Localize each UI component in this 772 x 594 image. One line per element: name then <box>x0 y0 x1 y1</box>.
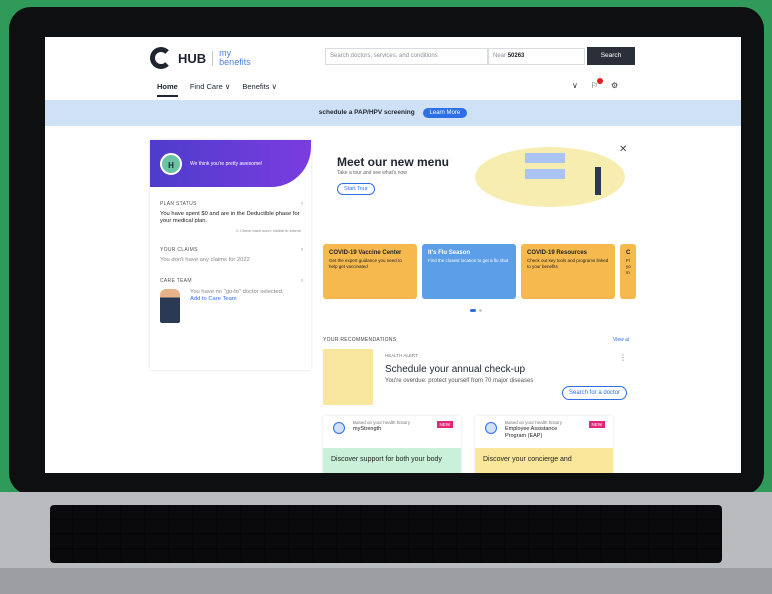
plan-status-text: You have spent $0 and are in the Deducti… <box>160 211 300 224</box>
claims-section[interactable]: YOUR CLAIMS › You don't have any claims … <box>150 247 311 264</box>
eap-card[interactable]: Based on your health history Employee As… <box>475 416 613 473</box>
alert-kicker: HEALTH ALERT <box>385 353 418 358</box>
menu-illustration <box>475 147 625 207</box>
search-input[interactable]: Search doctors, services, and conditions <box>325 48 488 65</box>
main-nav: Home Find Care ∨ Benefits ∨ <box>157 82 277 97</box>
more-options-icon[interactable]: ⋮ <box>619 353 627 362</box>
card-footer: Discover your concierge and <box>475 448 613 473</box>
chevron-right-icon[interactable]: › <box>301 201 303 207</box>
heart-shield-icon <box>485 422 497 434</box>
care-team-title: CARE TEAM <box>160 278 192 284</box>
logo-mark-icon <box>150 47 172 69</box>
care-team-body: You have no "go-to" doctor selected. Add… <box>160 289 301 323</box>
near-zip: 50263 <box>507 53 525 59</box>
plan-status-title: PLAN STATUS <box>160 201 197 207</box>
recommendations-title: YOUR RECOMMENDATIONS <box>323 337 397 343</box>
add-to-care-team-link[interactable]: Add to Care Team <box>190 296 284 303</box>
claims-title: YOUR CLAIMS <box>160 247 198 253</box>
card-title: Employee Assistance Program (EAP) <box>505 426 558 439</box>
covid-resources-card[interactable]: COVID-19 Resources Check out key tools an… <box>521 244 615 299</box>
search-for-doctor-button[interactable]: Search for a doctor <box>562 386 628 400</box>
top-header: HUB my benefits Search doctors, services… <box>45 37 741 100</box>
near-input[interactable]: Near 50263 <box>488 48 585 65</box>
logo-hub-text: HUB <box>178 50 214 66</box>
chevron-right-icon[interactable]: › <box>301 278 303 284</box>
card-kicker: Based on your health history <box>353 420 411 425</box>
flu-season-card[interactable]: It's Flu Season Find the closest location… <box>422 244 516 299</box>
near-label: Near <box>493 53 507 59</box>
card-title: myStrength <box>353 426 382 432</box>
laptop-base-front <box>0 568 772 594</box>
start-tour-button[interactable]: Start Tour <box>337 183 375 195</box>
logo-benefits-text: benefits <box>219 57 251 67</box>
laptop-screen: HUB my benefits Search doctors, services… <box>45 37 741 473</box>
banner-text: schedule a PAP/HPV screening <box>318 109 415 116</box>
logo-mybenefits: my benefits <box>219 49 251 67</box>
promo-cards: COVID-19 Vaccine Center Get the expert gu… <box>323 244 636 299</box>
profile-card: H We think you're pretty awesome! PLAN S… <box>150 140 311 370</box>
covid-vaccine-card[interactable]: COVID-19 Vaccine Center Get the expert gu… <box>323 244 417 299</box>
chevron-right-icon[interactable]: › <box>301 247 303 253</box>
new-badge: NEW <box>436 421 453 428</box>
mystrength-card[interactable]: Based on your health history myStrength … <box>323 416 461 473</box>
hub-logo[interactable]: HUB my benefits <box>150 47 251 69</box>
card-text: Fl yo m <box>626 258 631 275</box>
plan-status-section[interactable]: PLAN STATUS › You have spent $0 and are … <box>150 201 311 233</box>
view-all-link[interactable]: View al <box>613 337 629 343</box>
nav-benefits[interactable]: Benefits ∨ <box>242 82 277 97</box>
plan-status-note: ⚠ Check back soon: visible in xxtime <box>235 228 301 233</box>
alert-title: Schedule your annual check-up <box>385 364 526 375</box>
profile-header: H We think you're pretty awesome! <box>150 140 311 187</box>
alert-subtitle: You're overdue: protect yourself from 70… <box>385 378 534 384</box>
card-text: Get the expert guidance you need to help… <box>329 258 402 269</box>
card-kicker: Based on your health history <box>505 420 563 425</box>
care-team-text: You have no "go-to" doctor selected. <box>190 289 284 295</box>
partial-card[interactable]: C Fl yo m <box>620 244 636 299</box>
card-title: C <box>626 250 631 256</box>
card-title: COVID-19 Vaccine Center <box>329 250 402 256</box>
checkup-illustration <box>323 349 373 405</box>
close-icon[interactable]: ✕ <box>619 144 627 155</box>
notification-bell-icon[interactable]: ⚐ <box>591 78 603 90</box>
claims-text: You don't have any claims for 2022 <box>160 257 250 263</box>
nav-find-care[interactable]: Find Care ∨ <box>190 82 231 97</box>
card-title: COVID-19 Resources <box>527 250 588 256</box>
doctor-illustration <box>160 289 180 323</box>
gear-icon[interactable]: ⚙ <box>611 81 618 90</box>
card-footer: Discover support for both your body <box>323 448 461 473</box>
menu-subtitle: Take a tour and see what's now <box>337 170 407 176</box>
promo-banner: schedule a PAP/HPV screening Learn More <box>45 100 741 126</box>
greeting-text: We think you're pretty awesome! <box>190 160 263 167</box>
new-badge: NEW <box>588 421 605 428</box>
search-button[interactable]: Search <box>587 47 635 65</box>
menu-title: Meet our new menu <box>337 155 450 169</box>
chevron-down-icon[interactable]: ∨ <box>572 81 578 90</box>
care-team-section[interactable]: CARE TEAM › You have no "go-to" doctor s… <box>150 278 311 323</box>
avatar[interactable]: H <box>160 152 182 175</box>
card-text: Find the closest location to get a flu s… <box>428 258 509 263</box>
header-icons: ∨ ⚐ ⚙ <box>572 78 618 90</box>
nav-home[interactable]: Home <box>157 82 178 97</box>
notification-badge <box>596 78 603 84</box>
heart-shield-icon <box>333 422 345 434</box>
learn-more-button[interactable]: Learn More <box>422 108 468 118</box>
keyboard <box>50 505 722 563</box>
card-text: Check out key tools and programs linked … <box>527 258 609 269</box>
carousel-dots[interactable] <box>470 309 482 312</box>
card-title: It's Flu Season <box>428 250 471 256</box>
